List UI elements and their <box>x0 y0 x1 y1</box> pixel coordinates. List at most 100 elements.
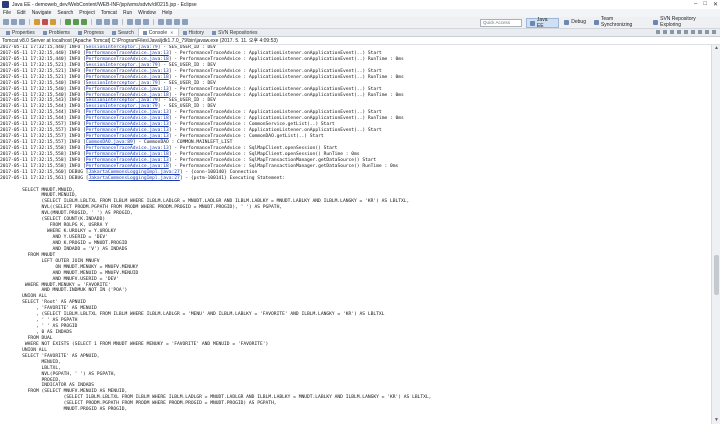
menu-tomcat[interactable]: Tomcat <box>101 10 117 16</box>
console-line-text: WHERE K.UROLKY = Y.UROLKY <box>0 229 117 235</box>
source-link[interactable]: PerformanceTraceAdvice.java:13 <box>86 51 169 56</box>
menu-help[interactable]: Help <box>162 10 172 16</box>
previous-annotation-icon[interactable] <box>166 19 172 25</box>
source-link[interactable]: PerformanceTraceAdvice.java:13 <box>86 134 169 139</box>
tab-history[interactable]: History <box>179 29 209 36</box>
view-tabs: Properties Problems Progress Search Cons… <box>0 28 720 37</box>
open-type-icon[interactable] <box>127 19 133 25</box>
menu-navigate[interactable]: Navigate <box>32 10 52 16</box>
source-link[interactable]: SessionInterceptor.java:79 <box>86 98 158 103</box>
source-link[interactable]: PerformanceTraceAdvice.java:13 <box>86 146 169 151</box>
tab-search[interactable]: Search <box>108 29 138 36</box>
perspective-java-ee[interactable]: Java EE <box>526 17 560 29</box>
perspective-debug[interactable]: Debug <box>561 18 589 26</box>
close-tab-icon[interactable]: ✕ <box>170 30 173 35</box>
console-line-text: 2017-05-11 17:32:15,521] INFO [ <box>0 68 86 74</box>
menu-run[interactable]: Run <box>123 10 132 16</box>
close-button[interactable]: ✕ <box>713 1 718 8</box>
console-scrollbar[interactable]: ▲ ▼ <box>711 45 720 424</box>
team-sync-icon <box>593 19 599 25</box>
tab-properties[interactable]: Properties <box>2 29 39 36</box>
perspective-svn[interactable]: SVN Repository Exploring <box>650 16 720 28</box>
perspective-team-sync[interactable]: Team Synchronizing <box>591 16 648 28</box>
quick-access-input[interactable]: Quick Access <box>480 19 522 27</box>
search-icon[interactable] <box>135 19 141 25</box>
source-link[interactable]: PerformanceTraceAdvice.java:13 <box>86 158 169 163</box>
menu-search[interactable]: Search <box>57 10 73 16</box>
source-link[interactable]: PerformanceTraceAdvice.java:18 <box>86 57 169 62</box>
tab-problems[interactable]: Problems <box>39 29 74 36</box>
menu-window[interactable]: Window <box>138 10 156 16</box>
console-line-text: MNUDT.PROGID AS PROGID, <box>0 407 128 413</box>
save-all-icon[interactable] <box>19 19 25 25</box>
console-line-text: LBLTXL, <box>0 365 61 371</box>
scroll-up-icon[interactable]: ▲ <box>714 46 719 51</box>
next-annotation-icon[interactable] <box>158 19 164 25</box>
run-icon[interactable] <box>73 19 79 25</box>
source-link[interactable]: SessionInterceptor.java:79 <box>86 81 158 86</box>
terminate-icon[interactable] <box>656 30 660 34</box>
source-link[interactable]: SessionInterceptor.java:79 <box>86 63 158 68</box>
clear-console-icon[interactable] <box>670 30 674 34</box>
source-link[interactable]: PerformanceTraceAdvice.java:13 <box>86 110 169 115</box>
console-line-message: ] - {pstm-100141} Executing Statement: <box>179 175 285 181</box>
debug-icon[interactable] <box>65 19 71 25</box>
tab-svn-repositories[interactable]: SVN Repositories <box>208 29 261 36</box>
console-line-text: 2017-05-11 17:32:15,544] INFO [ <box>0 116 86 122</box>
source-link[interactable]: SessionInterceptor.java:79 <box>86 45 158 50</box>
source-link[interactable]: PerformanceTraceAdvice.java:13 <box>86 122 169 127</box>
new-class-icon[interactable] <box>112 19 118 25</box>
console-line-text: UNION ALL <box>0 347 48 353</box>
console-line-message: ] - PerformanceTraceAdvice : SqlMapTrans… <box>168 163 399 169</box>
source-link[interactable]: JakartaCommonsLoggingImpl.java:27 <box>89 170 180 175</box>
tomcat-restart-icon[interactable] <box>50 19 56 25</box>
source-link[interactable]: PerformanceTraceAdvice.java:13 <box>86 69 169 74</box>
scrollbar-thumb[interactable] <box>714 255 719 295</box>
remove-launch-icon[interactable] <box>663 30 667 34</box>
minimize-view-icon[interactable] <box>705 30 709 34</box>
console-line-text: AND MNUDT.INDMUK NOT IN ('POA') <box>0 288 128 294</box>
external-tools-icon[interactable] <box>81 19 87 25</box>
console-line-text: SELECT 'Root' AS APNUID <box>0 300 86 306</box>
scroll-lock-icon[interactable] <box>677 30 681 34</box>
source-link[interactable]: SessionInterceptor.java:79 <box>86 104 158 109</box>
forward-icon[interactable] <box>182 19 188 25</box>
console-line: MNUDT.PROGID AS PROGID, <box>0 407 711 413</box>
console-line-message: ] - PerformanceTraceAdvice : SqlMapClien… <box>168 145 338 151</box>
menu-project[interactable]: Project <box>79 10 95 16</box>
menu-edit[interactable]: Edit <box>17 10 26 16</box>
console-output[interactable]: 2017-05-11 17:32:15,440] INFO [SessionIn… <box>0 45 711 424</box>
source-link[interactable]: JakartaCommonsLoggingImpl.java:27 <box>89 176 180 181</box>
display-selected-console-icon[interactable] <box>691 30 695 34</box>
new-java-project-icon[interactable] <box>96 19 102 25</box>
tab-console[interactable]: Console ✕ <box>137 28 179 36</box>
source-link[interactable]: CommonDAO.java:89 <box>86 140 133 145</box>
maximize-view-icon[interactable] <box>712 30 716 34</box>
console-line-text: ON MNUDT.MENUKY = MNUFV.MENUKY <box>0 264 139 270</box>
source-link[interactable]: PerformanceTraceAdvice.java:18 <box>86 93 169 98</box>
pin-console-icon[interactable] <box>684 30 688 34</box>
source-link[interactable]: PerformanceTraceAdvice.java:18 <box>86 164 169 169</box>
scroll-down-icon[interactable]: ▼ <box>714 418 719 423</box>
back-icon[interactable] <box>174 19 180 25</box>
new-package-icon[interactable] <box>104 19 110 25</box>
toggle-mark-icon[interactable] <box>143 19 149 25</box>
save-icon[interactable] <box>11 19 17 25</box>
tomcat-stop-icon[interactable] <box>42 19 48 25</box>
console-line-text: , 0 AS INDADS <box>0 330 72 335</box>
source-link[interactable]: PerformanceTraceAdvice.java:13 <box>86 87 169 92</box>
source-link[interactable]: PerformanceTraceAdvice.java:18 <box>86 152 169 157</box>
source-link[interactable]: PerformanceTraceAdvice.java:13 <box>86 128 169 133</box>
minimize-button[interactable]: – <box>694 1 697 8</box>
maximize-button[interactable]: □ <box>703 1 707 8</box>
console-line-text: , 'FAVORITE' AS MENUID <box>0 306 97 312</box>
open-console-icon[interactable] <box>698 30 702 34</box>
console-line-message: ] - SES_USER_ID : DEV <box>157 104 216 110</box>
console-line-message: ] - SES_USER_ID : DEV <box>157 98 216 104</box>
new-icon[interactable] <box>3 19 9 25</box>
source-link[interactable]: PerformanceTraceAdvice.java:18 <box>86 75 169 80</box>
menu-file[interactable]: File <box>3 10 11 16</box>
tomcat-start-icon[interactable] <box>34 19 40 25</box>
source-link[interactable]: PerformanceTraceAdvice.java:18 <box>86 116 169 121</box>
tab-progress[interactable]: Progress <box>74 29 108 36</box>
